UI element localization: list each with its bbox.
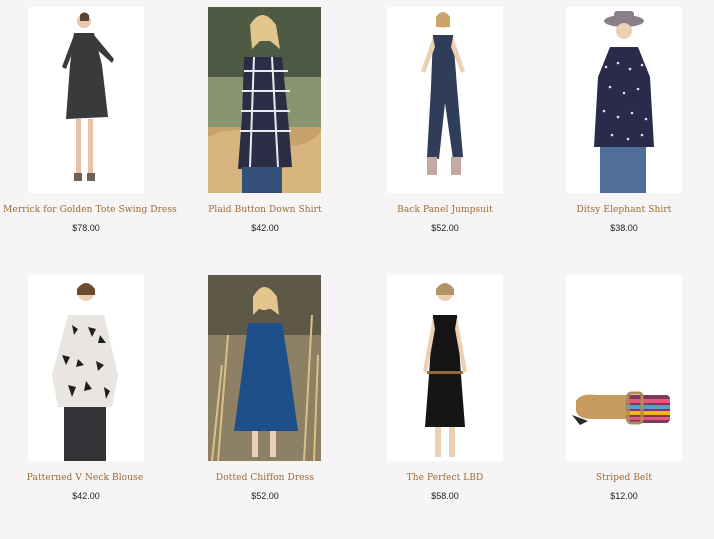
product-name[interactable]: Dotted Chiffon Dress	[175, 473, 355, 483]
product-image-link[interactable]	[208, 7, 321, 193]
product-name[interactable]: Patterned V Neck Blouse	[0, 473, 175, 483]
product-image-link[interactable]	[387, 275, 503, 461]
product-name[interactable]: Ditsy Elephant Shirt	[534, 205, 714, 215]
product-image	[208, 275, 321, 461]
product-price: $78.00	[72, 223, 100, 233]
product-image-link[interactable]	[208, 275, 321, 461]
product-grid: Merrick for Golden Tote Swing Dress $78.…	[0, 0, 714, 539]
product-name[interactable]: The Perfect LBD	[355, 473, 535, 483]
product-image	[387, 275, 503, 461]
product-price: $42.00	[72, 491, 100, 501]
product-name[interactable]: Back Panel Jumpsuit	[355, 205, 535, 215]
product-image-link[interactable]	[28, 7, 144, 193]
product-image	[208, 7, 321, 193]
product-price: $12.00	[610, 491, 638, 501]
product-image-link[interactable]	[387, 7, 503, 193]
product-price: $42.00	[251, 223, 279, 233]
product-image-link[interactable]	[566, 7, 682, 193]
product-price: $38.00	[610, 223, 638, 233]
product-price: $58.00	[431, 491, 459, 501]
product-image-link[interactable]	[566, 275, 682, 461]
product-image	[566, 275, 682, 461]
product-image	[28, 7, 144, 193]
product-image	[28, 275, 144, 461]
product-price: $52.00	[251, 491, 279, 501]
product-name[interactable]: Merrick for Golden Tote Swing Dress	[0, 205, 180, 215]
product-image-link[interactable]	[28, 275, 144, 461]
product-price: $52.00	[431, 223, 459, 233]
product-name[interactable]: Striped Belt	[534, 473, 714, 483]
product-image	[566, 7, 682, 193]
product-image	[387, 7, 503, 193]
product-name[interactable]: Plaid Button Down Shirt	[175, 205, 355, 215]
